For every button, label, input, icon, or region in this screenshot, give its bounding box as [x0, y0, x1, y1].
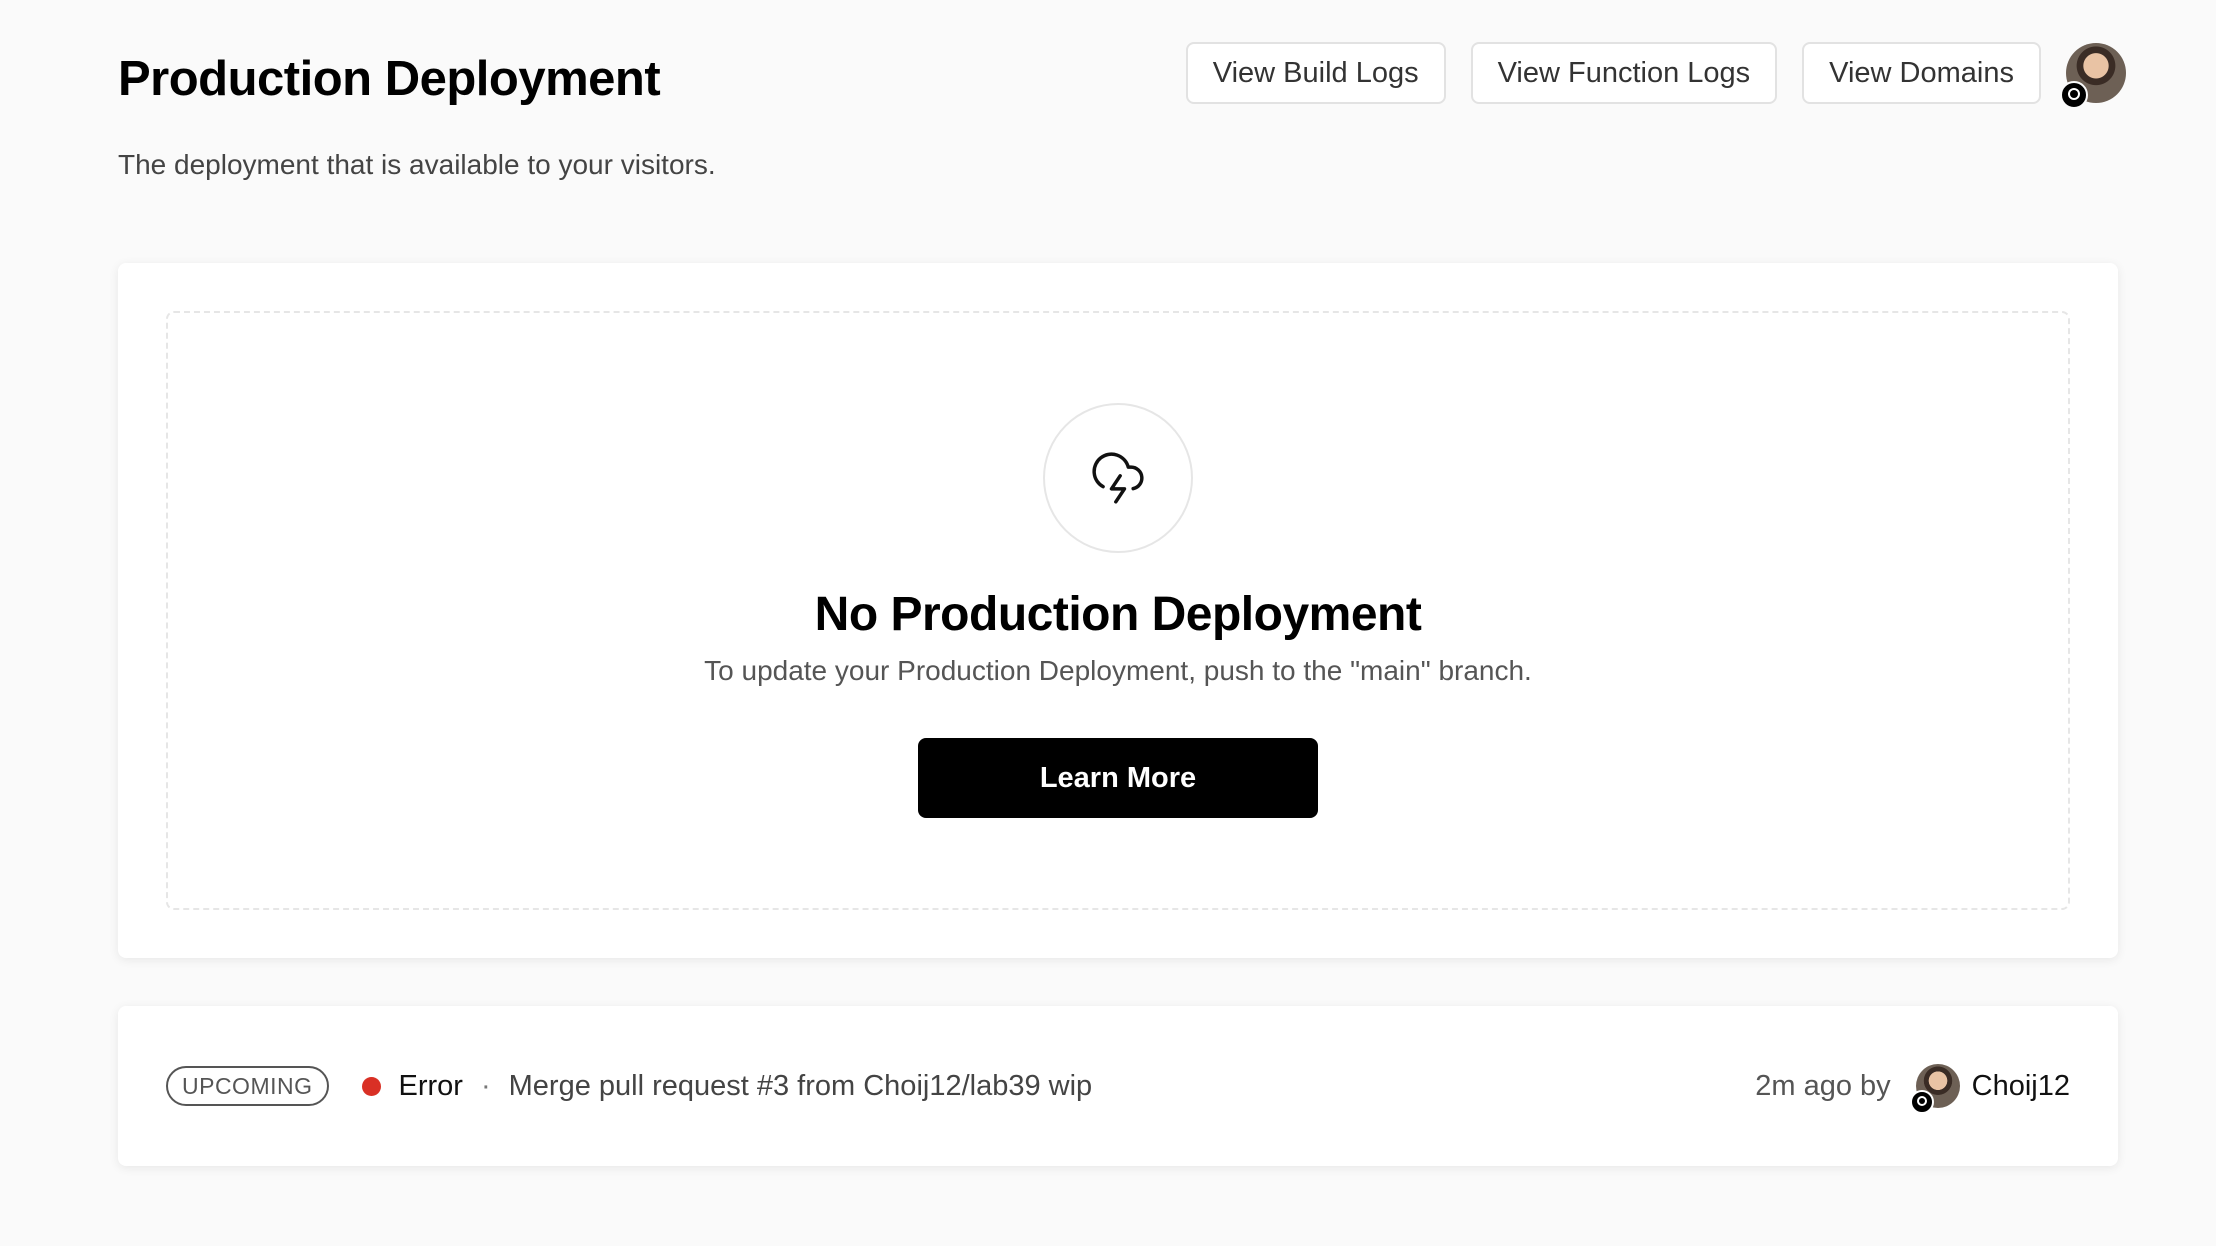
cloud-lightning-icon: [1092, 452, 1144, 504]
status-text: Error: [398, 1069, 463, 1102]
page-subtitle: The deployment that is available to your…: [118, 149, 716, 180]
header-actions: View Build Logs View Function Logs View …: [1185, 42, 2126, 109]
upcoming-info: UPCOMING Error · Merge pull request #3 f…: [166, 1006, 1092, 1166]
empty-state-description: To update your Production Deployment, pu…: [704, 655, 1532, 686]
deploy-time: 2m ago by: [1755, 1069, 1891, 1102]
page-title: Production Deployment: [118, 52, 661, 106]
upcoming-deployment-row[interactable]: UPCOMING Error · Merge pull request #3 f…: [118, 1006, 2118, 1166]
separator-dot: ·: [480, 1069, 491, 1102]
view-build-logs-button[interactable]: View Build Logs: [1185, 42, 1446, 104]
view-function-logs-button[interactable]: View Function Logs: [1470, 42, 1778, 104]
github-icon: [1909, 1090, 1934, 1114]
status-dot: [361, 1076, 381, 1096]
empty-state: No Production Deployment To update your …: [166, 311, 2070, 910]
commit-message[interactable]: Merge pull request #3 from Choij12/lab39…: [509, 1070, 1093, 1103]
learn-more-button[interactable]: Learn More: [918, 738, 1318, 818]
page-header: Production Deployment: [118, 44, 661, 114]
github-icon: [2060, 81, 2088, 109]
author-avatar[interactable]: [1909, 1064, 1960, 1114]
user-avatar[interactable]: [2060, 43, 2126, 109]
view-domains-button[interactable]: View Domains: [1802, 42, 2041, 104]
upcoming-badge: UPCOMING: [166, 1066, 329, 1106]
icon-circle: [1043, 403, 1193, 553]
empty-state-title: No Production Deployment: [814, 588, 1422, 641]
production-deployment-card: No Production Deployment To update your …: [118, 263, 2118, 958]
upcoming-meta: 2m ago by Choij12: [1755, 1006, 2070, 1166]
author-name[interactable]: Choij12: [1972, 1070, 2070, 1103]
